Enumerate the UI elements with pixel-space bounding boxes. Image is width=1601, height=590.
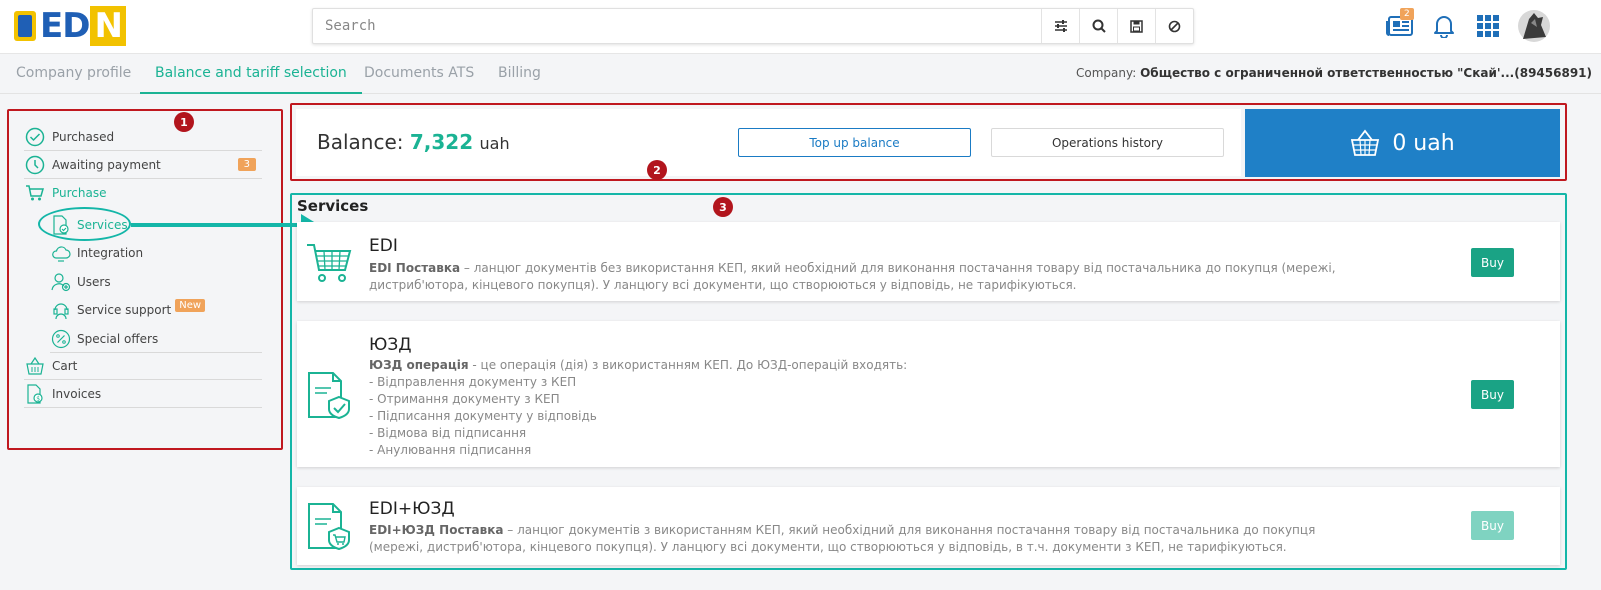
search-input[interactable] bbox=[313, 9, 1041, 43]
sidebar-label-purchase: Purchase bbox=[52, 185, 107, 200]
buy-edi-button[interactable]: Buy bbox=[1471, 248, 1514, 277]
balance-display: Balance: 7,322 uah bbox=[317, 130, 510, 154]
cloud-icon bbox=[50, 242, 72, 264]
sidebar-item-invoices[interactable]: $ Invoices bbox=[24, 381, 262, 408]
operation-list-item: - Підписання документу у відповідь bbox=[369, 409, 597, 423]
check-circle-icon bbox=[24, 126, 46, 148]
sidebar-item-awaiting-payment[interactable]: Awaiting payment 3 bbox=[24, 152, 262, 179]
sidebar-subitem-integration[interactable]: Integration bbox=[50, 239, 143, 266]
percent-icon bbox=[50, 328, 72, 350]
add-user-icon bbox=[50, 271, 72, 293]
news-count-badge: 2 bbox=[1400, 8, 1414, 20]
avatar-icon bbox=[1518, 10, 1550, 42]
top-up-balance-button[interactable]: Top up balance bbox=[738, 128, 971, 157]
shopping-cart-icon bbox=[305, 242, 353, 288]
search-button[interactable] bbox=[1079, 9, 1117, 43]
awaiting-count-badge: 3 bbox=[237, 158, 256, 171]
tab-bar: Company profile Balance and tariff selec… bbox=[0, 53, 1601, 94]
service-title: ЮЗД bbox=[369, 335, 412, 355]
filter-settings-button[interactable] bbox=[1041, 9, 1079, 43]
apps-menu-button[interactable] bbox=[1470, 8, 1506, 44]
sidebar-label-purchased: Purchased bbox=[52, 130, 115, 144]
sidebar-label-awaiting-payment: Awaiting payment bbox=[52, 158, 161, 172]
sidebar-label-service-support: Service support bbox=[77, 302, 172, 317]
company-label: Company: bbox=[1076, 66, 1137, 80]
grid-apps-icon bbox=[1477, 15, 1499, 37]
new-badge: New bbox=[175, 299, 206, 312]
sidebar-subitem-special-offers[interactable]: Special offers bbox=[50, 325, 158, 352]
notifications-button[interactable] bbox=[1426, 8, 1462, 44]
tab-company-profile[interactable]: Company profile bbox=[16, 54, 131, 94]
company-name: Общество с ограниченной ответственностью… bbox=[1140, 66, 1592, 80]
service-card-edi-yuzd: EDI+ЮЗД EDI+ЮЗД Поставка – ланцюг докуме… bbox=[297, 487, 1560, 565]
cart-icon bbox=[24, 182, 46, 204]
service-title: EDI+ЮЗД bbox=[369, 499, 455, 519]
sidebar-label-integration: Integration bbox=[77, 245, 144, 260]
service-description: EDI Поставка – ланцюг документів без вик… bbox=[369, 261, 1336, 292]
company-info: Company: Общество с ограниченной ответст… bbox=[1076, 66, 1592, 80]
balance-currency: uah bbox=[479, 134, 510, 153]
cart-document-icon bbox=[305, 502, 353, 554]
sidebar-subitem-service-support[interactable]: Service support New bbox=[50, 296, 206, 323]
sidebar-subitem-users[interactable]: Users bbox=[50, 268, 111, 295]
basket-icon bbox=[24, 355, 46, 377]
sidebar-label-special-offers: Special offers bbox=[77, 331, 159, 346]
service-card-edi: EDI EDI Поставка – ланцюг документів без… bbox=[297, 222, 1560, 301]
annotation-number-2: 2 bbox=[647, 160, 667, 180]
bell-icon bbox=[1434, 16, 1454, 38]
user-avatar[interactable] bbox=[1516, 8, 1552, 44]
service-card-yuzd: ЮЗД ЮЗД операція - це операція (дія) з в… bbox=[297, 321, 1560, 467]
ukraine-trident-icon bbox=[14, 11, 36, 41]
sidebar-label-users: Users bbox=[77, 274, 111, 289]
sidebar-label-invoices: Invoices bbox=[52, 387, 102, 401]
clear-search-button[interactable] bbox=[1155, 9, 1193, 43]
annotation-number-3: 3 bbox=[713, 197, 733, 217]
basket-icon bbox=[1350, 129, 1380, 157]
ban-icon bbox=[1168, 20, 1181, 32]
sidebar-item-purchased[interactable]: Purchased bbox=[24, 124, 262, 151]
sidebar-label-cart: Cart bbox=[52, 359, 78, 373]
search-icon bbox=[1092, 19, 1106, 33]
buy-yuzd-button[interactable]: Buy bbox=[1471, 380, 1514, 409]
edin-logo[interactable]: ED N bbox=[14, 6, 126, 46]
invoice-icon: $ bbox=[24, 383, 46, 405]
svg-text:$: $ bbox=[36, 395, 40, 402]
buy-edi-yuzd-button[interactable]: Buy bbox=[1471, 511, 1514, 540]
tab-balance-and-tariff[interactable]: Balance and tariff selection bbox=[140, 54, 362, 94]
service-title: EDI bbox=[369, 236, 398, 256]
sidebar-item-purchase[interactable]: Purchase bbox=[24, 179, 262, 206]
operation-list-item: - Відправлення документу з КЕП bbox=[369, 375, 577, 389]
annotation-arrow-line bbox=[131, 223, 303, 227]
cart-total-value: 0 uah bbox=[1392, 130, 1455, 156]
save-icon bbox=[1130, 19, 1143, 33]
balance-value: 7,322 bbox=[409, 130, 474, 154]
tab-billing[interactable]: Billing bbox=[498, 54, 541, 94]
search-bar bbox=[312, 8, 1194, 44]
sliders-icon bbox=[1054, 20, 1067, 32]
services-heading: Services bbox=[297, 197, 369, 215]
brand-wordmark: ED N bbox=[40, 6, 126, 46]
service-description: EDI+ЮЗД Поставка – ланцюг документів з в… bbox=[369, 523, 1316, 554]
sidebar-item-cart[interactable]: Cart bbox=[24, 353, 262, 380]
signed-document-icon bbox=[305, 371, 353, 423]
operations-history-button[interactable]: Operations history bbox=[991, 128, 1224, 157]
cart-total-button[interactable]: 0 uah bbox=[1245, 109, 1560, 177]
operation-list-item: - Анулювання підписання bbox=[369, 443, 532, 457]
operation-list-item: - Отримання документу з КЕП bbox=[369, 392, 560, 406]
clock-icon bbox=[24, 154, 46, 176]
service-description: ЮЗД операція - це операція (дія) з викор… bbox=[369, 357, 1369, 459]
headset-icon bbox=[50, 299, 72, 321]
annotation-services-oval bbox=[38, 207, 131, 241]
top-header: EDN 2 bbox=[0, 0, 1601, 53]
save-search-button[interactable] bbox=[1117, 9, 1155, 43]
operation-list-item: - Відмова від підписання bbox=[369, 426, 527, 440]
tab-documents-ats[interactable]: Documents ATS bbox=[364, 54, 474, 94]
balance-label: Balance: bbox=[317, 130, 404, 154]
